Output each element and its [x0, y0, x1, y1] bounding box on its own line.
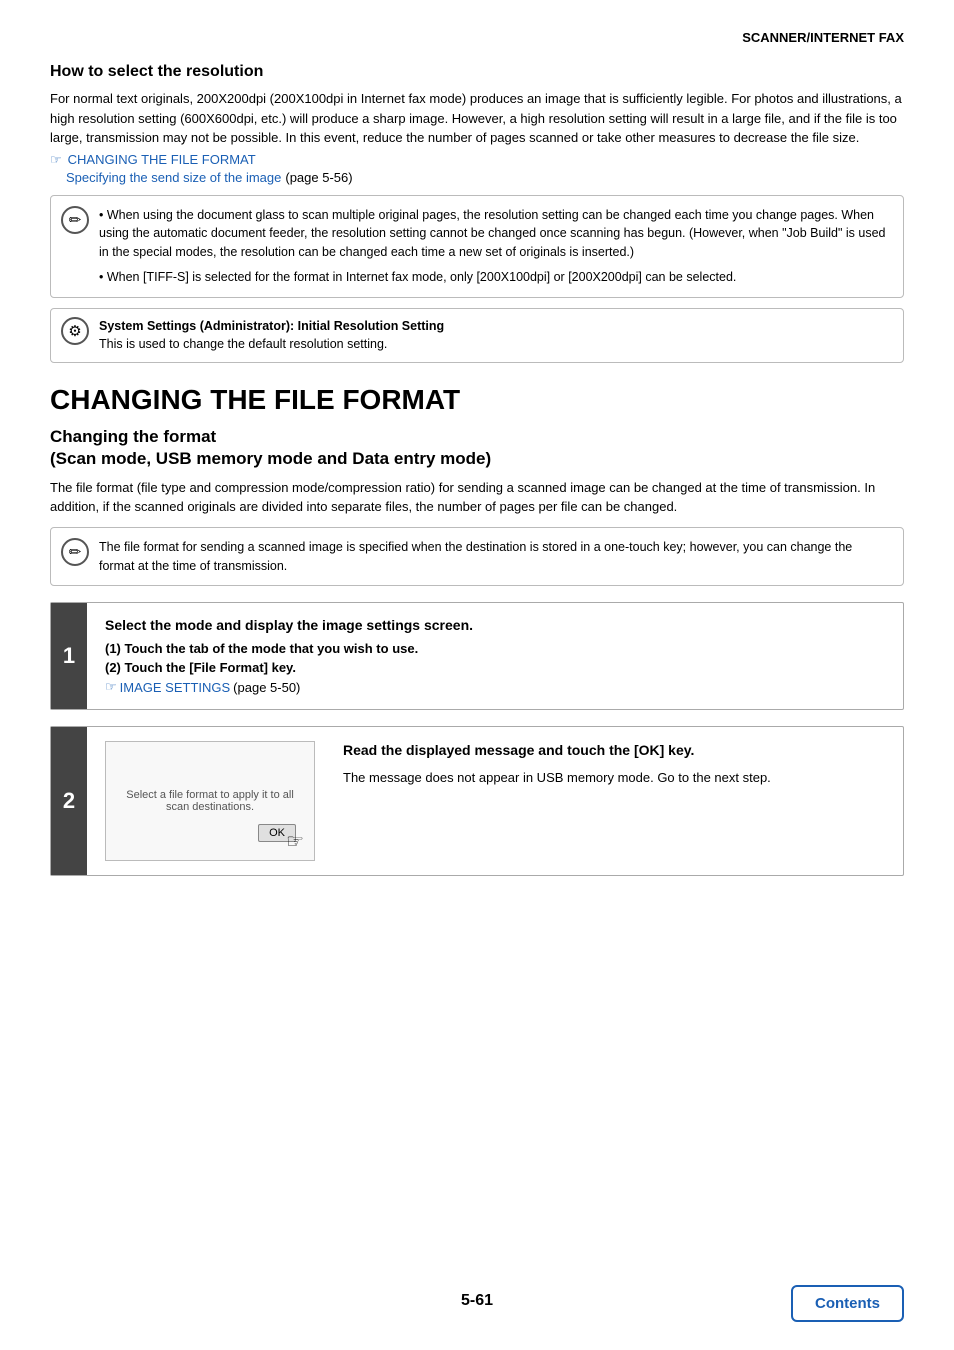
step2-right: Read the displayed message and touch the…: [343, 741, 885, 787]
step2-image-text: Select a file format to apply it to all …: [106, 779, 314, 823]
step1-sub1: (1) Touch the tab of the mode that you w…: [105, 641, 885, 656]
step2-section: 2 Select a file format to apply it to al…: [50, 726, 904, 876]
note1-bullet-2: When [TIFF-S] is selected for the format…: [99, 268, 889, 287]
step1-link-suffix: (page 5-50): [233, 680, 300, 695]
link1-text[interactable]: CHANGING THE FILE FORMAT: [68, 152, 256, 167]
note1-bullet-1: When using the document glass to scan mu…: [99, 206, 889, 262]
page-header: SCANNER/INTERNET FAX: [50, 30, 904, 45]
note-box-2: ✏ The file format for sending a scanned …: [50, 527, 904, 587]
step1-link-row: ☞ IMAGE SETTINGS (page 5-50): [105, 679, 885, 695]
step2-heading: Read the displayed message and touch the…: [343, 741, 885, 759]
step1-number: 1: [51, 603, 87, 709]
header-title: SCANNER/INTERNET FAX: [742, 30, 904, 45]
step1-link-text[interactable]: IMAGE SETTINGS: [120, 680, 231, 695]
settings-body: This is used to change the default resol…: [99, 337, 387, 351]
changing-format-body: The file format (file type and compressi…: [50, 478, 904, 517]
step2-number: 2: [51, 727, 87, 875]
gear-icon: ⚙: [61, 317, 89, 345]
step1-sub2: (2) Touch the [File Format] key.: [105, 660, 885, 675]
note2-content: The file format for sending a scanned im…: [99, 538, 889, 576]
note2-text: The file format for sending a scanned im…: [99, 540, 852, 573]
link-row-2: Specifying the send size of the image (p…: [66, 170, 904, 185]
settings-bold: System Settings (Administrator): Initial…: [99, 319, 444, 333]
link2-suffix: (page 5-56): [285, 170, 352, 185]
contents-button[interactable]: Contents: [791, 1285, 904, 1322]
changing-format-subheading: (Scan mode, USB memory mode and Data ent…: [50, 449, 491, 468]
step1-heading: Select the mode and display the image se…: [105, 617, 885, 633]
main-heading: CHANGING THE FILE FORMAT: [50, 385, 904, 416]
settings-content: System Settings (Administrator): Initial…: [99, 317, 444, 355]
resolution-heading: How to select the resolution: [50, 63, 904, 81]
step1-link-icon: ☞: [105, 679, 117, 695]
link1-icon: ☞: [50, 152, 62, 168]
step2-body: The message does not appear in USB memor…: [343, 768, 885, 788]
settings-box: ⚙ System Settings (Administrator): Initi…: [50, 308, 904, 364]
pencil-icon-2: ✏: [61, 538, 89, 566]
step1-section: 1 Select the mode and display the image …: [50, 602, 904, 710]
page: SCANNER/INTERNET FAX How to select the r…: [0, 0, 954, 1350]
note1-content: When using the document glass to scan mu…: [99, 206, 889, 287]
step2-inner: Select a file format to apply it to all …: [87, 727, 903, 875]
pencil-icon: ✏: [61, 206, 89, 234]
link-row-1: ☞ CHANGING THE FILE FORMAT: [50, 152, 904, 168]
resolution-body: For normal text originals, 200X200dpi (2…: [50, 89, 904, 148]
link2-text[interactable]: Specifying the send size of the image: [66, 170, 281, 185]
hand-icon: ☞: [286, 829, 304, 854]
changing-format-heading: Changing the format (Scan mode, USB memo…: [50, 426, 904, 470]
changing-format-title: Changing the format: [50, 427, 216, 446]
note-box-1: ✏ When using the document glass to scan …: [50, 195, 904, 298]
step2-image: Select a file format to apply it to all …: [105, 741, 315, 861]
step1-content: Select the mode and display the image se…: [87, 603, 903, 709]
